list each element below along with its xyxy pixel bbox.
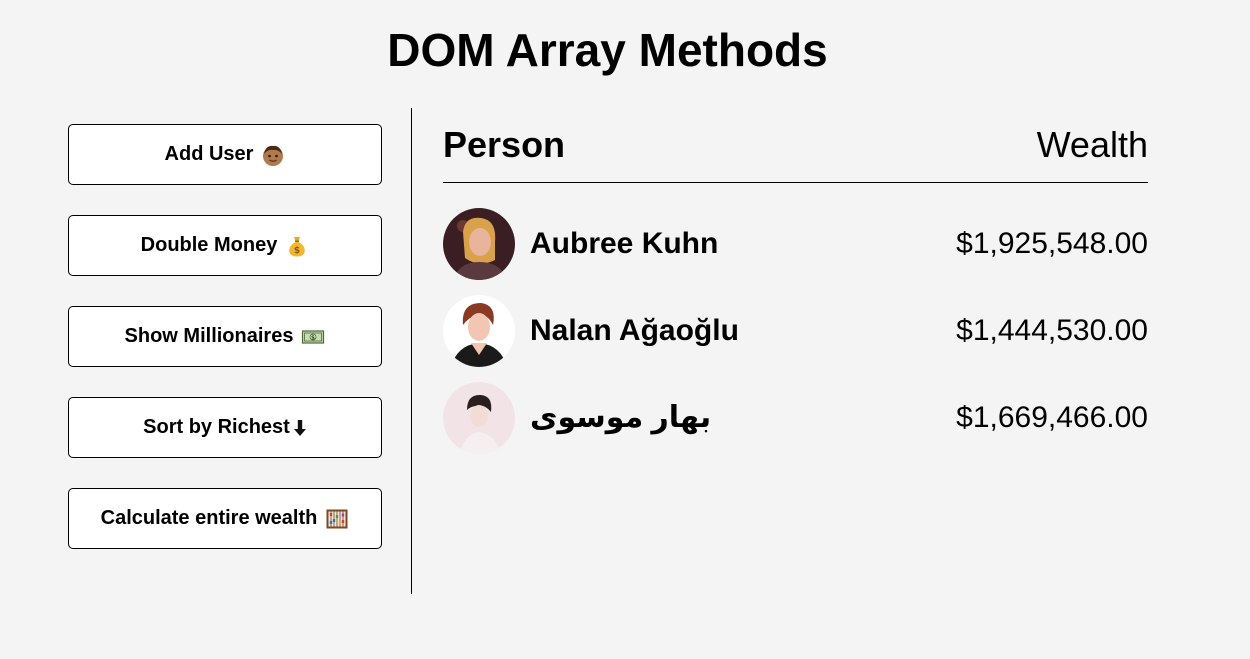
person-row: Aubree Kuhn $1,925,548.00 — [443, 200, 1148, 287]
sidebar: Add User Double Money $ Show Millionaire… — [68, 124, 382, 579]
calculate-wealth-button-label: Calculate entire wealth — [100, 507, 318, 529]
person-list: Aubree Kuhn $1,925,548.00 Nalan Ağaoğlu … — [443, 200, 1148, 461]
sort-by-richest-button[interactable]: Sort by Richest — [68, 397, 382, 458]
boy-face-icon — [261, 143, 285, 167]
money-bag-icon: $ — [285, 234, 309, 258]
svg-text:$: $ — [294, 246, 300, 256]
dollar-banknote-icon: $ — [301, 325, 325, 349]
double-money-button[interactable]: Double Money $ — [68, 215, 382, 276]
table-header: Person Wealth — [443, 120, 1148, 183]
show-millionaires-button[interactable]: Show Millionaires $ — [68, 306, 382, 367]
person-name: Nalan Ağaoğlu — [530, 313, 739, 347]
svg-text:$: $ — [311, 334, 315, 341]
down-arrow-icon — [293, 416, 307, 440]
double-money-button-label: Double Money — [140, 234, 278, 256]
person-row: بهار موسوی $1,669,466.00 — [443, 374, 1148, 461]
avatar — [443, 381, 515, 454]
vertical-divider — [411, 108, 412, 594]
person-wealth: $1,669,466.00 — [956, 400, 1148, 434]
page-title: DOM Array Methods — [387, 24, 828, 76]
main-panel: Person Wealth Aubree Kuhn $1,925,548.00 — [443, 120, 1148, 461]
abacus-icon — [325, 507, 349, 531]
header-wealth: Wealth — [1036, 124, 1148, 165]
show-millionaires-button-label: Show Millionaires — [124, 325, 294, 347]
person-name: Aubree Kuhn — [530, 226, 719, 260]
add-user-button-label: Add User — [164, 143, 254, 165]
calculate-wealth-button[interactable]: Calculate entire wealth — [68, 488, 382, 549]
avatar — [443, 294, 515, 367]
header-person: Person — [443, 124, 566, 165]
sort-by-richest-button-label: Sort by Richest — [143, 416, 290, 438]
add-user-button[interactable]: Add User — [68, 124, 382, 185]
avatar — [443, 207, 515, 280]
person-wealth: $1,444,530.00 — [956, 313, 1148, 347]
person-wealth: $1,925,548.00 — [956, 226, 1148, 260]
person-name: بهار موسوی — [530, 401, 712, 434]
person-row: Nalan Ağaoğlu $1,444,530.00 — [443, 287, 1148, 374]
